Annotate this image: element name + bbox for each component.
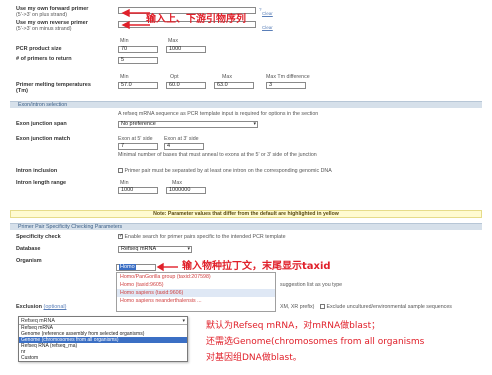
- specificity-section-title: Primer Pair Specificity Checking Paramet…: [18, 224, 123, 230]
- database-dropdown-head[interactable]: Refseq mRNA ▾: [19, 317, 187, 325]
- exon-span-label: Exon junction span: [16, 121, 67, 127]
- chevron-down-icon: ▾: [187, 246, 190, 252]
- tm-min-header: Min: [120, 74, 129, 80]
- organism-arrow-graphic: [156, 262, 178, 272]
- database-value: Refseq mRNA: [121, 246, 157, 252]
- tm-opt-input[interactable]: 60.0: [166, 82, 206, 89]
- tm-opt-header: Opt: [170, 74, 179, 80]
- reverse-clear-link[interactable]: Clear: [262, 25, 273, 30]
- exclude-env-checkbox[interactable]: [320, 304, 325, 310]
- specificity-section-header: Primer Pair Specificity Checking Paramet…: [10, 223, 482, 230]
- product-max-header: Max: [168, 38, 179, 44]
- forward-primer-sublabel: (5'->3' on plus strand): [16, 12, 68, 18]
- db-annotation-line-3: 对基因组DNA做blast。: [206, 353, 302, 363]
- exon-match-3-header: Exon at 3' side: [164, 136, 199, 142]
- intron-range-label: Intron length range: [16, 180, 67, 186]
- db-annotation-line-2: 还需选Genome(chromosomes from all organisms: [206, 337, 425, 347]
- tm-diff-header: Max Tm difference: [266, 74, 310, 80]
- autocomplete-item[interactable]: Homo sapiens (taxid:9606): [117, 289, 275, 297]
- database-label: Database: [16, 246, 41, 252]
- organism-autocomplete: Homo/PanGorilla group (taxid:207598) Hom…: [116, 272, 276, 312]
- exclude-env-label: Exclude uncultured/environmental sample …: [326, 304, 452, 310]
- note-banner: Note: Parameter values that differ from …: [10, 210, 482, 218]
- intron-inclusion-label: Intron inclusion: [16, 168, 58, 174]
- chevron-down-icon: ▾: [182, 318, 185, 324]
- exon-match-3-input[interactable]: 4: [164, 143, 204, 150]
- specificity-check-note: Enable search for primer pairs specific …: [124, 234, 286, 240]
- exclusion-optional-link[interactable]: (optional): [44, 304, 67, 310]
- product-size-label: PCR product size: [16, 46, 62, 52]
- exon-match-5-input[interactable]: 7: [118, 143, 158, 150]
- intron-range-min-header: Min: [120, 180, 129, 186]
- exon-section-title: Exon/intron selection: [18, 102, 68, 108]
- tm-max-header: Max: [222, 74, 233, 80]
- num-primers-input[interactable]: 5: [118, 57, 158, 64]
- intron-inclusion-row: Primer pair must be separated by at leas…: [118, 168, 332, 174]
- database-dropdown: Refseq mRNA ▾ Refseq mRNA Genome (refere…: [18, 316, 188, 362]
- exclusion-label-text: Exclusion: [16, 304, 42, 310]
- exclusion-tail: XM, XR prefix): [280, 304, 315, 310]
- exon-match-note: Minimal number of bases that must anneal…: [118, 152, 317, 158]
- exon-span-value: No preference: [121, 121, 156, 127]
- exclusion-label: Exclusion (optional): [16, 304, 66, 310]
- product-size-min-input[interactable]: 70: [118, 46, 158, 53]
- primer-annotation: 输入上、下游引物序列: [146, 14, 246, 25]
- chevron-down-icon: ▾: [253, 121, 256, 127]
- tm-diff-input[interactable]: 3: [266, 82, 306, 89]
- exon-section-header: Exon/intron selection: [10, 101, 482, 108]
- tm-max-input[interactable]: 63.0: [214, 82, 254, 89]
- forward-clear-link[interactable]: Clear: [262, 11, 273, 16]
- specificity-check-label: Specificity check: [16, 234, 61, 240]
- specificity-check-row: Enable search for primer pairs specific …: [118, 234, 286, 240]
- autocomplete-item[interactable]: Homo sapiens neanderthalensis ...: [117, 297, 275, 305]
- suggest-note: suggestion list as you type: [280, 282, 343, 288]
- exon-match-label: Exon junction match: [16, 136, 71, 142]
- exon-section-note: A refseq mRNA sequence as PCR template i…: [118, 111, 319, 117]
- db-annotation-line-1: 默认为Refseq mRNA，对mRNA做blast；: [206, 321, 381, 331]
- product-min-header: Min: [120, 38, 129, 44]
- tm-min-input[interactable]: 57.0: [118, 82, 158, 89]
- exon-span-select[interactable]: No preference ▾: [118, 121, 258, 128]
- database-dropdown-selected: Refseq mRNA: [21, 318, 55, 324]
- reverse-primer-sublabel: (5'->3' on minus strand): [16, 26, 72, 32]
- num-primers-label: # of primers to return: [16, 56, 72, 62]
- tm-label-2: (Tm): [16, 88, 28, 94]
- database-option[interactable]: Custom: [19, 355, 187, 361]
- product-size-max-input[interactable]: 1000: [166, 46, 206, 53]
- organism-value: Homo: [119, 264, 136, 270]
- intron-range-min-input[interactable]: 1000: [118, 187, 158, 194]
- exon-match-5-header: Exon at 5' side: [118, 136, 153, 142]
- exclude-env-row: Exclude uncultured/environmental sample …: [320, 304, 452, 310]
- intron-range-max-header: Max: [172, 180, 183, 186]
- intron-inclusion-checkbox[interactable]: [118, 168, 123, 174]
- specificity-checkbox[interactable]: [118, 234, 123, 240]
- intron-inclusion-note: Primer pair must be separated by at leas…: [124, 168, 332, 174]
- autocomplete-item[interactable]: Homo/PanGorilla group (taxid:207598): [117, 273, 275, 281]
- intron-range-max-input[interactable]: 1000000: [166, 187, 206, 194]
- note-text: Note: Parameter values that differ from …: [153, 211, 339, 217]
- organism-label: Organism: [16, 258, 42, 264]
- database-select[interactable]: Refseq mRNA ▾: [118, 246, 192, 253]
- organism-input[interactable]: Homo: [116, 264, 156, 271]
- autocomplete-item[interactable]: Homo (taxid:9605): [117, 281, 275, 289]
